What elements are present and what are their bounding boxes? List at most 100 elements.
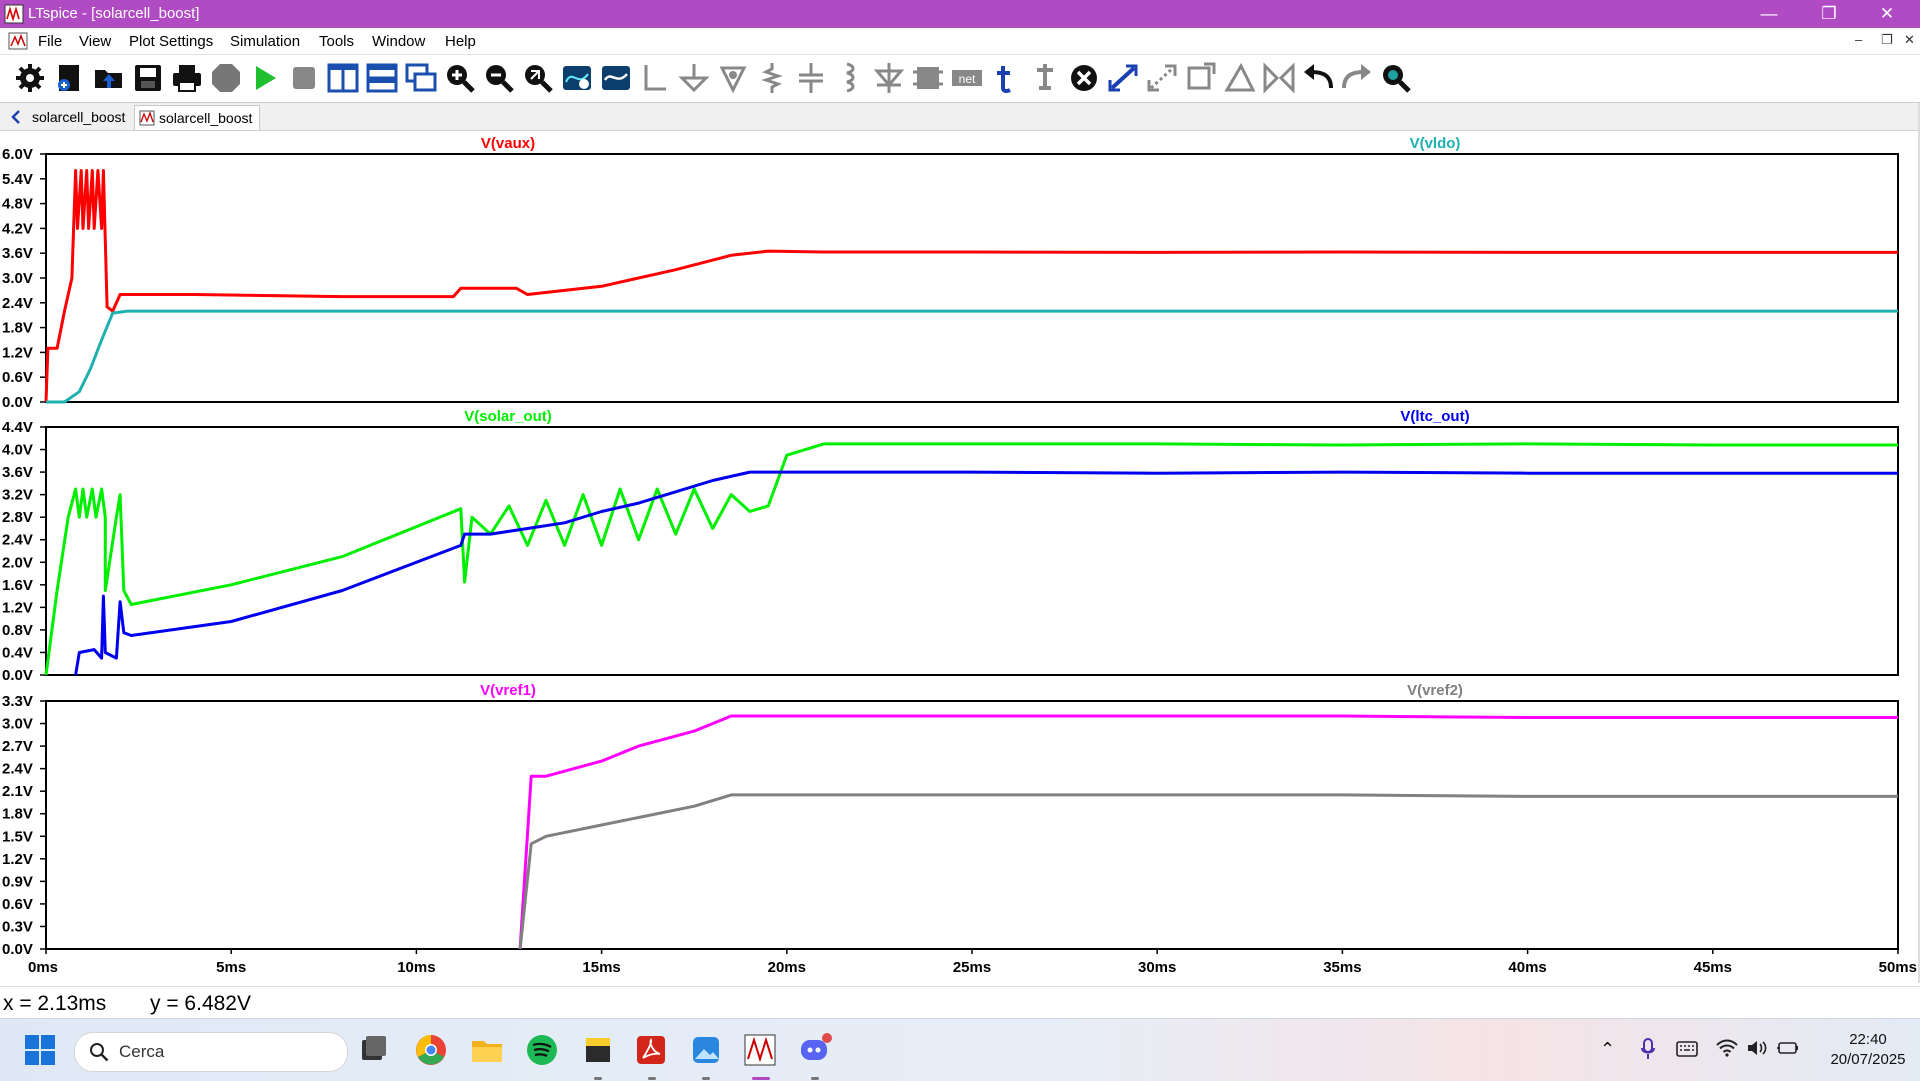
- menu-tools[interactable]: Tools: [319, 33, 354, 50]
- menu-simulation[interactable]: Simulation: [230, 33, 300, 50]
- inductor-icon[interactable]: [833, 60, 867, 96]
- text-icon[interactable]: [989, 60, 1023, 96]
- ltspice-icon[interactable]: [742, 1032, 778, 1068]
- mdi-close-button[interactable]: ✕: [1904, 32, 1915, 48]
- resistor-icon[interactable]: [755, 60, 789, 96]
- spotify-icon[interactable]: [524, 1032, 560, 1068]
- chevron-up-icon[interactable]: ⌃: [1600, 1039, 1615, 1060]
- plot-pane[interactable]: [45, 700, 1899, 950]
- chrome-icon[interactable]: [413, 1032, 449, 1068]
- y-tick-label: 6.0V: [2, 146, 33, 163]
- rotate-icon[interactable]: [1184, 60, 1218, 96]
- autorange-icon[interactable]: [560, 60, 594, 96]
- new-schematic-icon[interactable]: [53, 60, 87, 96]
- mdi-restore-button[interactable]: ❐: [1881, 32, 1893, 48]
- y-tick-label: 2.4V: [2, 532, 33, 549]
- diode-icon[interactable]: [872, 60, 906, 96]
- waveform-viewer[interactable]: 0.0V 0.6V 1.2V 1.8V 2.4V 3.0V 3.6V 4.2V 4.8V 5.4V…: [0, 131, 1920, 983]
- clock-date[interactable]: 20/07/2025: [1818, 1051, 1918, 1068]
- drag-icon[interactable]: [1145, 60, 1179, 96]
- add-trace-icon[interactable]: [599, 60, 633, 96]
- run-icon[interactable]: [248, 60, 282, 96]
- ground-icon[interactable]: [677, 60, 711, 96]
- y-tick-label: 2.8V: [2, 509, 33, 526]
- svg-text:net: net: [959, 72, 976, 86]
- print-icon[interactable]: [170, 60, 204, 96]
- cascade-icon[interactable]: [404, 60, 438, 96]
- photos-icon[interactable]: [688, 1032, 724, 1068]
- move-icon[interactable]: [1106, 60, 1140, 96]
- waveform-doc-icon[interactable]: [8, 31, 28, 51]
- y-tick-label: 0.6V: [2, 896, 33, 913]
- taskbar-search-box[interactable]: Cerca: [74, 1032, 348, 1072]
- trace-label[interactable]: V(vref1): [480, 682, 536, 699]
- cursor-x-readout: x = 2.13ms: [3, 992, 107, 1015]
- capacitor-icon[interactable]: [794, 60, 828, 96]
- trace-label[interactable]: V(vldo): [1410, 135, 1461, 152]
- wifi-icon[interactable]: [1716, 1039, 1738, 1057]
- menu-file[interactable]: File: [38, 33, 62, 50]
- save-icon[interactable]: [131, 60, 165, 96]
- document-tabs: solarcell_boost solarcell_boost: [0, 103, 1920, 131]
- zoom-out-icon[interactable]: [482, 60, 516, 96]
- tab-schematic[interactable]: solarcell_boost: [4, 105, 132, 129]
- plot-pane[interactable]: [45, 153, 1899, 403]
- volume-icon[interactable]: [1746, 1039, 1768, 1057]
- menu-view[interactable]: View: [79, 33, 111, 50]
- mdi-minimize-button[interactable]: –: [1855, 32, 1862, 47]
- settings-icon[interactable]: [13, 60, 47, 96]
- menu-bar: File View Plot Settings Simulation Tools…: [0, 28, 1920, 55]
- wire-icon[interactable]: [638, 60, 672, 96]
- keyboard-icon[interactable]: [1676, 1041, 1698, 1057]
- zoom-fit-icon[interactable]: [521, 60, 555, 96]
- battery-icon[interactable]: [1776, 1040, 1800, 1056]
- clock-time[interactable]: 22:40: [1833, 1031, 1903, 1048]
- redo-icon[interactable]: [1340, 60, 1374, 96]
- y-tick-label: 2.4V: [2, 295, 33, 312]
- x-tick-label: 5ms: [216, 959, 246, 976]
- sticky-notes-icon[interactable]: [580, 1032, 616, 1068]
- delete-icon[interactable]: [1067, 60, 1101, 96]
- search-icon: [90, 1043, 109, 1062]
- restore-button[interactable]: ❐: [1806, 0, 1852, 28]
- mirror-icon[interactable]: [1223, 60, 1257, 96]
- net-label-icon[interactable]: net: [950, 60, 984, 96]
- trace-label[interactable]: V(solar_out): [464, 408, 552, 425]
- close-button[interactable]: ✕: [1864, 0, 1910, 28]
- y-tick-label: 0.8V: [2, 622, 33, 639]
- minimize-button[interactable]: —: [1746, 0, 1792, 28]
- halt-icon[interactable]: [209, 60, 243, 96]
- menu-window[interactable]: Window: [372, 33, 425, 50]
- mirror-h-icon[interactable]: [1262, 60, 1296, 96]
- y-tick-label: 0.6V: [2, 369, 33, 386]
- acrobat-icon[interactable]: [633, 1032, 669, 1068]
- y-tick-label: 1.6V: [2, 577, 33, 594]
- undo-icon[interactable]: [1301, 60, 1335, 96]
- toolbar: net: [0, 55, 1920, 103]
- waveform-plot[interactable]: 0.0V 0.6V 1.2V 1.8V 2.4V 3.0V 3.6V 4.2V 4.8V 5.4V…: [0, 131, 1920, 983]
- trace-label[interactable]: V(vaux): [481, 135, 535, 152]
- microphone-icon[interactable]: [1640, 1038, 1656, 1060]
- zoom-in-icon[interactable]: [443, 60, 477, 96]
- discord-icon[interactable]: [797, 1032, 833, 1068]
- menu-help[interactable]: Help: [445, 33, 476, 50]
- trace-label[interactable]: V(vref2): [1407, 682, 1463, 699]
- open-icon[interactable]: [92, 60, 126, 96]
- tile-vertical-icon[interactable]: [326, 60, 360, 96]
- component-place-icon[interactable]: [911, 60, 945, 96]
- task-view-icon[interactable]: [356, 1032, 392, 1068]
- stop-icon[interactable]: [287, 60, 321, 96]
- y-tick-label: 1.8V: [2, 320, 33, 337]
- tile-horizontal-icon[interactable]: [365, 60, 399, 96]
- y-tick-label: 0.0V: [2, 394, 33, 411]
- plot-pane[interactable]: [45, 426, 1899, 676]
- component-icon[interactable]: [716, 60, 750, 96]
- spice-directive-icon[interactable]: [1028, 60, 1062, 96]
- file-explorer-icon[interactable]: [469, 1032, 505, 1068]
- trace-label[interactable]: V(ltc_out): [1400, 408, 1469, 425]
- y-tick-label: 1.8V: [2, 806, 33, 823]
- windows-start-icon[interactable]: [22, 1032, 58, 1068]
- menu-plot-settings[interactable]: Plot Settings: [129, 33, 213, 50]
- find-icon[interactable]: [1379, 60, 1413, 96]
- tab-waveform[interactable]: solarcell_boost: [134, 105, 260, 130]
